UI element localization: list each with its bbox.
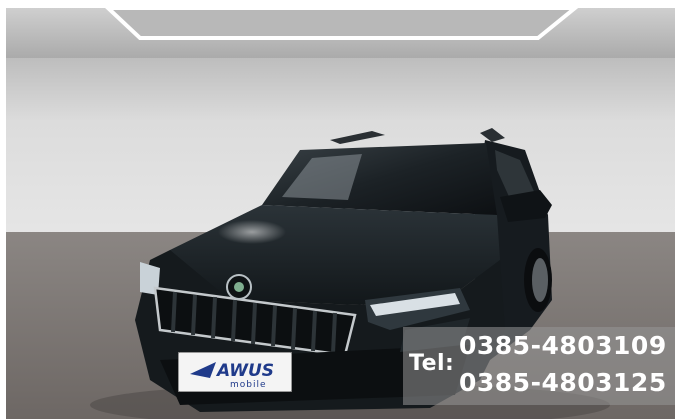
contact-overlay: Tel: 0385-4803109 0385-4803125 [403, 327, 675, 405]
photo-frame: AWUS mobile Tel: 0385-4803109 0385-48031… [0, 0, 675, 419]
plate-brand: AWUS [215, 361, 274, 381]
phone-number-1: 0385-4803109 [459, 331, 667, 360]
dealer-plate: AWUS mobile [178, 352, 292, 392]
phone-number-2: 0385-4803125 [459, 368, 667, 397]
plate-tagline: mobile [230, 380, 267, 390]
ceiling [6, 6, 675, 60]
tel-label: Tel: [409, 351, 455, 376]
